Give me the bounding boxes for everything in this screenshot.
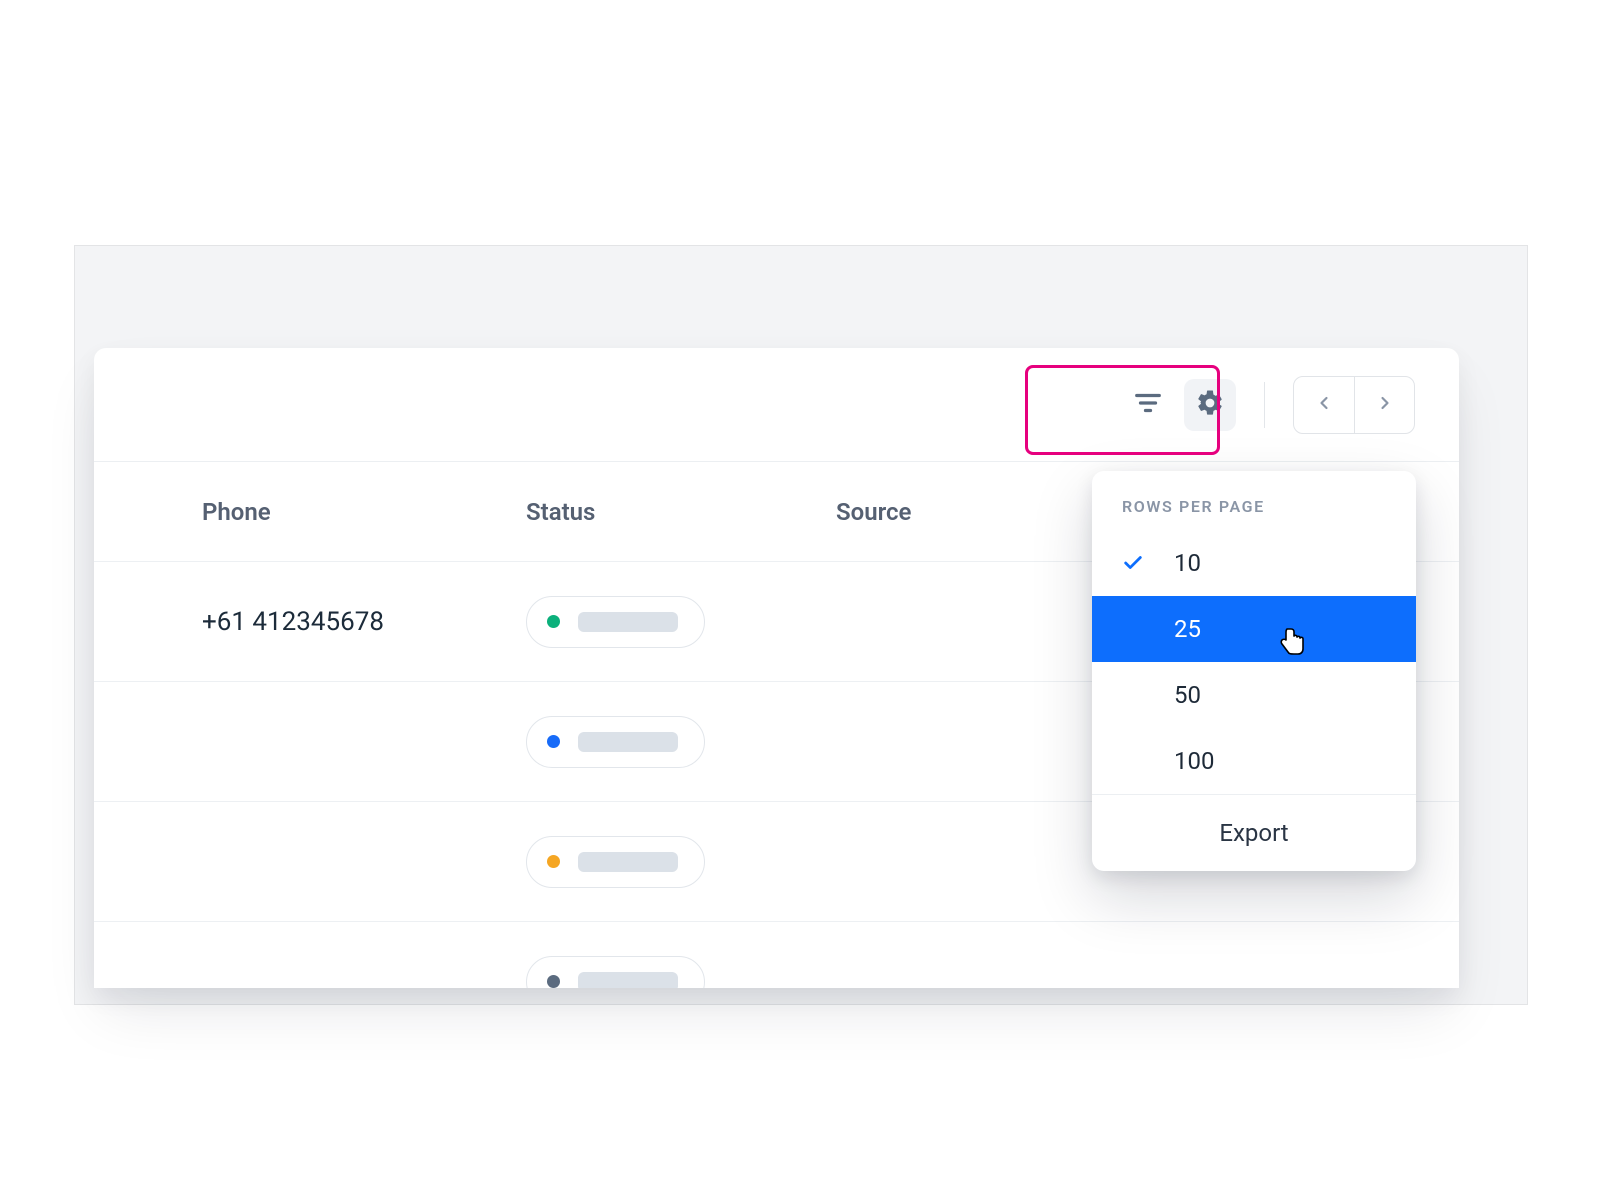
skeleton-text bbox=[578, 612, 678, 632]
status-dot-icon bbox=[547, 855, 560, 868]
settings-dropdown: ROWS PER PAGE 10 25 50 100 Export bbox=[1092, 471, 1416, 871]
skeleton-text bbox=[578, 972, 678, 989]
chevron-left-icon bbox=[1314, 393, 1334, 417]
rows-per-page-option[interactable]: 100 bbox=[1092, 728, 1416, 794]
gear-icon bbox=[1195, 388, 1225, 422]
rows-per-page-option[interactable]: 25 bbox=[1092, 596, 1416, 662]
option-label: 25 bbox=[1174, 615, 1201, 643]
status-dot-icon bbox=[547, 615, 560, 628]
skeleton-text bbox=[578, 732, 678, 752]
rows-per-page-option[interactable]: 50 bbox=[1092, 662, 1416, 728]
persistent-actions-group bbox=[1122, 379, 1236, 431]
option-label: 10 bbox=[1174, 549, 1201, 577]
next-page-button[interactable] bbox=[1354, 377, 1414, 433]
dropdown-section-header: ROWS PER PAGE bbox=[1092, 471, 1416, 530]
option-label: 50 bbox=[1174, 681, 1201, 709]
option-label: Export bbox=[1219, 819, 1288, 847]
option-label: 100 bbox=[1174, 747, 1214, 775]
rows-per-page-option[interactable]: 10 bbox=[1092, 530, 1416, 596]
column-header-phone[interactable]: Phone bbox=[202, 498, 526, 526]
table-row[interactable] bbox=[94, 922, 1459, 988]
cell-phone: +61 412345678 bbox=[202, 607, 384, 637]
filter-icon bbox=[1133, 388, 1163, 422]
status-pill bbox=[526, 836, 705, 888]
check-icon bbox=[1122, 552, 1146, 574]
settings-button[interactable] bbox=[1184, 379, 1236, 431]
export-option[interactable]: Export bbox=[1092, 795, 1416, 871]
status-pill bbox=[526, 716, 705, 768]
chevron-right-icon bbox=[1375, 393, 1395, 417]
toolbar-separator bbox=[1264, 382, 1265, 428]
status-dot-icon bbox=[547, 735, 560, 748]
skeleton-text bbox=[578, 852, 678, 872]
filter-button[interactable] bbox=[1122, 379, 1174, 431]
prev-page-button[interactable] bbox=[1294, 377, 1354, 433]
status-pill bbox=[526, 956, 705, 989]
status-pill bbox=[526, 596, 705, 648]
column-header-status[interactable]: Status bbox=[526, 498, 836, 526]
table-toolbar bbox=[94, 348, 1459, 462]
status-dot-icon bbox=[547, 975, 560, 988]
pager-group bbox=[1293, 376, 1415, 434]
